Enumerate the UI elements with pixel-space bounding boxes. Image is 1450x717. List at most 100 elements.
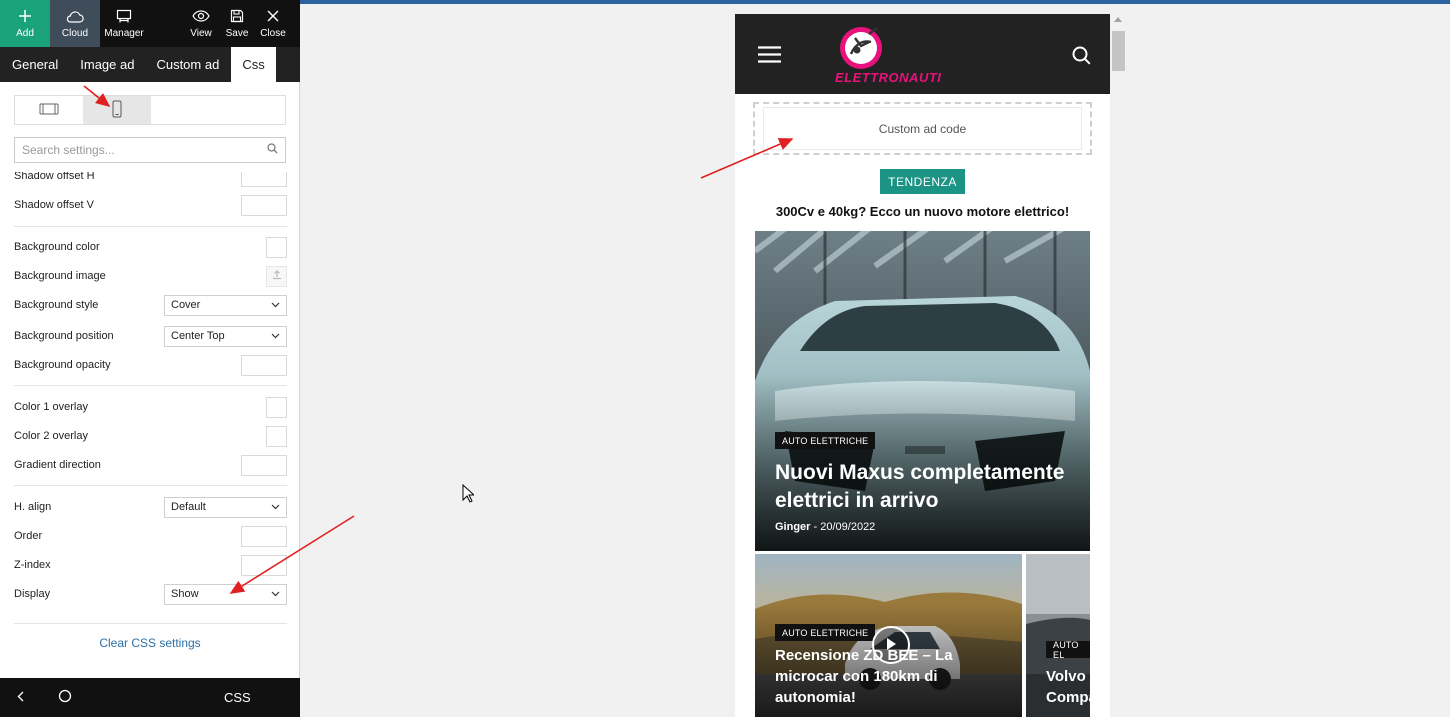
card-category-badge[interactable]: AUTO EL xyxy=(1046,640,1090,660)
divider xyxy=(14,385,287,386)
logo-emblem-icon xyxy=(840,27,882,69)
background-position-select[interactable]: Center Top xyxy=(164,325,287,347)
search-input[interactable] xyxy=(22,143,267,157)
mouse-cursor-icon xyxy=(462,483,476,506)
back-button[interactable] xyxy=(0,691,40,705)
background-style-row: Background style Cover xyxy=(14,294,287,316)
cloud-icon xyxy=(66,7,84,25)
tab-image-ad[interactable]: Image ad xyxy=(69,47,145,82)
circle-icon xyxy=(58,689,72,706)
chevron-down-icon xyxy=(271,299,280,311)
tab-general[interactable]: General xyxy=(0,47,69,82)
scroll-thumb[interactable] xyxy=(1112,31,1125,71)
background-opacity-row: Background opacity xyxy=(14,354,287,376)
trending-badge[interactable]: TENDENZA xyxy=(880,169,965,194)
color2-overlay-label: Color 2 overlay xyxy=(14,430,88,442)
upload-icon xyxy=(272,269,282,283)
site-header: ELETTRONAUTI xyxy=(735,14,1110,94)
close-icon xyxy=(266,7,280,25)
background-position-row: Background position Center Top xyxy=(14,325,287,347)
color1-overlay-swatch[interactable] xyxy=(266,396,287,418)
search-icon xyxy=(267,143,278,157)
close-button[interactable]: Close xyxy=(255,0,291,47)
view-button[interactable]: View xyxy=(183,0,219,47)
manager-label: Manager xyxy=(104,28,144,39)
card-title[interactable]: Recensione ZD BEE – La microcar con 180k… xyxy=(775,645,975,708)
shadow-offset-v-label: Shadow offset V xyxy=(14,199,94,211)
mobile-device-button[interactable] xyxy=(83,96,151,124)
card-category-badge[interactable]: AUTO ELETTRICHE xyxy=(775,624,876,641)
search-icon[interactable] xyxy=(1072,46,1091,68)
background-opacity-input[interactable] xyxy=(241,354,287,376)
desktop-device-button[interactable] xyxy=(15,96,83,124)
chevron-down-icon xyxy=(271,501,280,513)
shadow-offset-h-input[interactable] xyxy=(241,172,287,187)
tab-custom-ad[interactable]: Custom ad xyxy=(145,47,230,82)
top-accent-line xyxy=(300,0,1450,4)
cloud-button[interactable]: Cloud xyxy=(50,0,100,47)
z-index-label: Z-index xyxy=(14,559,51,571)
background-position-value: Center Top xyxy=(171,330,225,342)
hero-category-badge[interactable]: AUTO ELETTRICHE xyxy=(775,432,876,449)
display-label: Display xyxy=(14,588,51,600)
mobile-preview: ELETTRONAUTI Custom ad code TENDENZA 300… xyxy=(735,14,1110,717)
article-card[interactable]: AUTO ELETTRICHE Recensione ZD BEE – La m… xyxy=(755,554,1022,717)
card-title[interactable]: Volvo Compa xyxy=(1046,666,1090,708)
chevron-down-icon xyxy=(271,588,280,600)
hero-title[interactable]: Nuovi Maxus completamente elettrici in a… xyxy=(775,459,1075,515)
background-style-label: Background style xyxy=(14,299,99,311)
z-index-row: Z-index xyxy=(14,554,287,576)
divider xyxy=(14,226,287,227)
manager-button[interactable]: Manager xyxy=(100,0,148,47)
shadow-offset-h-row: Shadow offset H xyxy=(14,172,287,187)
background-image-row: Background image xyxy=(14,265,287,287)
hamburger-menu-icon[interactable] xyxy=(758,46,781,66)
upload-button[interactable] xyxy=(266,265,287,287)
settings-search[interactable] xyxy=(14,137,286,163)
order-input[interactable] xyxy=(241,525,287,547)
hero-article[interactable]: AUTO ELETTRICHE Nuovi Maxus completament… xyxy=(755,231,1090,551)
save-button[interactable]: Save xyxy=(219,0,255,47)
scroll-up-arrow-icon[interactable] xyxy=(1114,17,1122,22)
bottom-bar: CSS xyxy=(0,678,300,717)
hero-author[interactable]: Ginger xyxy=(775,521,810,533)
gradient-direction-input[interactable] xyxy=(241,454,287,476)
h-align-value: Default xyxy=(171,501,206,513)
clear-css-button[interactable]: Clear CSS settings xyxy=(0,636,300,650)
tablet-landscape-icon xyxy=(39,102,59,119)
h-align-label: H. align xyxy=(14,501,52,513)
background-opacity-label: Background opacity xyxy=(14,359,111,371)
chevron-left-icon xyxy=(17,691,24,705)
color1-overlay-row: Color 1 overlay xyxy=(14,396,287,418)
display-select[interactable]: Show xyxy=(164,583,287,605)
chevron-down-icon xyxy=(271,330,280,342)
trending-headline[interactable]: 300Cv e 40kg? Ecco un nuovo motore elett… xyxy=(735,204,1110,219)
meta-separator: - xyxy=(813,521,818,533)
css-settings-list: Shadow offset H Shadow offset V Backgrou… xyxy=(0,172,300,677)
home-button[interactable] xyxy=(40,689,90,706)
save-icon xyxy=(230,7,244,25)
eye-icon xyxy=(192,7,210,25)
tab-css[interactable]: Css xyxy=(231,47,276,82)
shadow-offset-v-input[interactable] xyxy=(241,194,287,216)
h-align-row: H. align Default xyxy=(14,496,287,518)
custom-ad-container[interactable]: Custom ad code xyxy=(753,102,1092,155)
hero-meta: Ginger - 20/09/2022 xyxy=(775,521,875,533)
background-color-swatch[interactable] xyxy=(266,236,287,258)
editor-toolbar: Add Cloud Manager View Save Close xyxy=(0,0,300,47)
preview-scrollbar[interactable] xyxy=(1111,14,1127,717)
z-index-input[interactable] xyxy=(241,554,287,576)
phone-icon xyxy=(112,100,122,121)
manager-icon xyxy=(116,7,132,25)
settings-panel: Add Cloud Manager View Save Close Genera… xyxy=(0,0,300,717)
hero-date: 20/09/2022 xyxy=(820,521,876,533)
h-align-select[interactable]: Default xyxy=(164,496,287,518)
background-style-select[interactable]: Cover xyxy=(164,294,287,316)
custom-ad-placeholder: Custom ad code xyxy=(763,107,1082,150)
add-button[interactable]: Add xyxy=(0,0,50,47)
color2-overlay-swatch[interactable] xyxy=(266,425,287,447)
site-logo[interactable]: ELETTRONAUTI xyxy=(835,24,990,88)
bottom-bar-title: CSS xyxy=(224,690,251,705)
article-card[interactable]: AUTO EL Volvo Compa xyxy=(1026,554,1090,717)
